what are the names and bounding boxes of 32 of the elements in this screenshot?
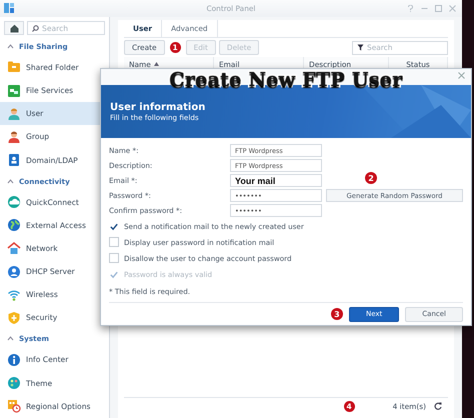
user-icon [7, 130, 21, 144]
checkbox[interactable] [109, 253, 119, 263]
search-icon [32, 24, 39, 32]
refresh-icon [434, 402, 442, 410]
filter-icon [357, 44, 364, 51]
input-field[interactable]: Your mail [230, 174, 322, 187]
house-icon [7, 241, 21, 256]
info-icon [7, 352, 21, 367]
file-icon [7, 84, 21, 98]
wizard-title: User information [110, 102, 206, 112]
app-icon [3, 2, 15, 14]
refresh-button[interactable] [434, 402, 442, 410]
step-marker: 3 [330, 308, 343, 320]
checkbox[interactable] [109, 237, 119, 247]
maximize-icon[interactable] [435, 5, 442, 12]
minimize-icon[interactable] [421, 5, 428, 12]
cloud-icon [7, 195, 21, 210]
id-card-icon [7, 153, 21, 168]
calendar-clock-icon [7, 399, 21, 414]
globe-icon [7, 218, 21, 232]
user-icon [7, 106, 21, 121]
wifi-icon [7, 288, 21, 302]
close-icon[interactable] [449, 5, 456, 12]
home-icon [10, 24, 18, 32]
help-icon[interactable] [407, 5, 414, 12]
folder-icon [7, 60, 21, 74]
step-marker: 2 [365, 172, 377, 184]
network-icon [7, 264, 21, 279]
palette-icon [7, 376, 21, 390]
shield-icon [7, 310, 21, 325]
close-icon[interactable] [458, 72, 465, 79]
home-button[interactable] [4, 21, 24, 35]
